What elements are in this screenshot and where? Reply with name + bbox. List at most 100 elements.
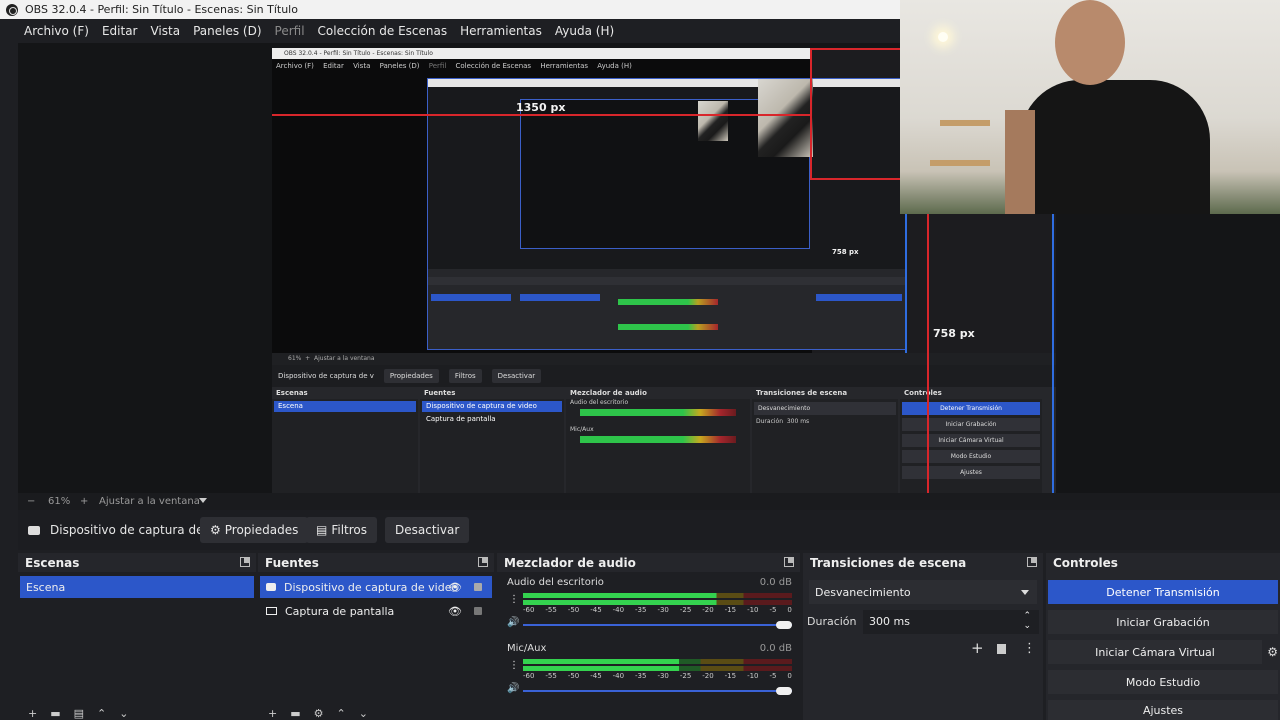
nested-sources-panel: Fuentes Dispositivo de captura de video … [420,387,564,493]
lock-icon[interactable] [474,583,482,591]
meter-tick-label: -20 [702,672,714,680]
undock-icon[interactable] [784,557,794,567]
meter-tick-label: -25 [679,606,692,614]
gear-icon[interactable]: ⚙ [1267,645,1278,659]
source-item-label: Captura de pantalla [285,604,395,618]
studio-mode-label: Modo Estudio [1125,675,1201,689]
meter-tick-label: -30 [657,606,669,614]
meter-tick-label: -30 [657,672,669,680]
deactivate-label: Desactivar [395,523,460,537]
nested-menu-item: Herramientas [540,62,589,70]
filter-icon[interactable]: ▤ [74,707,84,720]
undock-icon[interactable] [478,557,488,567]
zoom-in-button[interactable]: + [80,496,88,507]
speaker-icon[interactable]: 🔊 [507,683,519,694]
volume-slider[interactable] [523,687,792,695]
webcam-video-source[interactable] [900,0,1280,214]
kebab-menu-icon[interactable]: ⋮ [509,660,519,671]
chevron-down-icon[interactable]: ⌄ [359,707,368,720]
chevron-up-icon[interactable]: ⌃ [97,707,106,720]
scenes-list: Escena + ▬ ▤ ⌃ ⌄ [18,572,256,720]
menu-ayuda[interactable]: Ayuda (H) [555,24,614,38]
gear-icon[interactable]: ⚙ [314,707,324,720]
canvas-edge-line [905,208,907,353]
fit-to-window-select[interactable]: Ajustar a la ventana [99,496,200,507]
settings-button[interactable]: Ajustes [1048,700,1278,720]
meter-scale: -60 -55 -50 -45 -40 -35 -30 -25 -20 -15 -10 -5 0 [523,606,792,614]
add-icon[interactable]: + [971,639,984,657]
source-item-screen-capture[interactable]: Captura de pantalla 👁 [260,600,492,622]
spin-down-icon[interactable]: ⌄ [1023,614,1031,638]
volume-slider-knob[interactable] [776,687,792,695]
volume-slider[interactable] [523,621,792,629]
nested-mixer-panel: Mezclador de audio Audio del escritorio … [566,387,750,493]
eye-icon[interactable]: 👁 [448,605,462,618]
controls-title: Controles [1053,555,1118,570]
nested2-dock-area [428,269,906,349]
menu-vista[interactable]: Vista [150,24,180,38]
chevron-down-icon[interactable]: ⌄ [119,707,128,720]
meter-tick-label: -20 [702,606,714,614]
meter-tick-label: -5 [769,672,777,680]
lock-icon[interactable] [474,607,482,615]
menu-editar[interactable]: Editar [102,24,138,38]
nested-transitions-panel: Transiciones de escena Desvanecimiento D… [752,387,898,493]
gear-icon: ⚙ [210,523,221,537]
meter-tick-label: -15 [724,672,737,680]
obs-logo-icon [6,3,18,16]
trash-icon[interactable]: ▬ [290,707,300,720]
nested-webcam-thumbnail-small [698,101,728,141]
measure-height-label-small: 758 px [832,248,859,256]
zoom-out-button[interactable]: − [27,496,35,507]
speaker-icon[interactable]: 🔊 [507,617,519,628]
eye-icon[interactable]: 👁 [448,581,462,594]
mixer-channel-mic: Mic/Aux 0.0 dB ⋮ -60 -55 -50 -45 -40 -35 -30 -2… [507,643,792,703]
menu-archivo[interactable]: Archivo (F) [24,24,89,38]
transition-select[interactable]: Desvanecimiento [809,580,1037,604]
volume-slider-knob[interactable] [776,621,792,629]
nested-deactivate: Desactivar [491,369,542,383]
add-icon[interactable]: + [268,707,277,720]
canvas-edge-line [1052,213,1054,493]
trash-icon[interactable]: ▬ [50,707,60,720]
properties-button[interactable]: ⚙ Propiedades [200,517,309,543]
zoom-value: 61% [48,496,71,507]
meter-tick-label: -45 [590,606,602,614]
filters-button[interactable]: ▤ Filtros [306,517,378,543]
window-title: OBS 32.0.4 - Perfil: Sin Título - Escena… [25,3,298,16]
meter-tick-label: -10 [747,672,759,680]
duration-input[interactable]: 300 ms ⌃ ⌄ [863,610,1039,634]
add-icon[interactable]: + [28,707,37,720]
menu-herramientas[interactable]: Herramientas [460,24,542,38]
menu-paneles[interactable]: Paneles (D) [193,24,261,38]
filter-icon: ▤ [316,523,328,537]
chevron-up-icon[interactable]: ⌃ [337,707,346,720]
start-recording-button[interactable]: Iniciar Grabación [1048,610,1278,634]
trash-icon[interactable] [997,644,1006,654]
menu-perfil[interactable]: Perfil [275,24,305,38]
undock-icon[interactable] [1027,557,1037,567]
nested2-selected-scene [431,294,511,301]
scene-item[interactable]: Escena [20,576,254,598]
meter-tick-label: -35 [635,606,647,614]
mixer-dock-header: Mezclador de audio [497,553,800,572]
undock-icon[interactable] [240,557,250,567]
transition-selected: Desvanecimiento [815,585,911,599]
chevron-down-icon[interactable] [199,498,207,503]
menu-coleccion-escenas[interactable]: Colección de Escenas [318,24,448,38]
nested-menu-item: Perfil [428,62,447,70]
nested-menu-item: Paneles (D) [379,62,420,70]
audio-level-meter [523,593,792,598]
deactivate-button[interactable]: Desactivar [385,517,470,543]
nested-webcam-thumbnail [758,79,813,157]
channel-db: 0.0 dB [759,643,792,654]
scenes-dock-header: Escenas [18,553,256,572]
channel-name: Audio del escritorio [507,577,604,588]
source-item-video-capture[interactable]: Dispositivo de captura de video 👁 [260,576,492,598]
start-virtual-camera-label: Iniciar Cámara Virtual [1095,645,1215,659]
kebab-menu-icon[interactable]: ⋮ [509,594,519,605]
studio-mode-button[interactable]: Modo Estudio [1048,670,1278,694]
kebab-menu-icon[interactable]: ⋮ [1023,641,1036,656]
stop-stream-button[interactable]: Detener Transmisión [1048,580,1278,604]
start-virtual-camera-button[interactable]: Iniciar Cámara Virtual [1048,640,1262,664]
